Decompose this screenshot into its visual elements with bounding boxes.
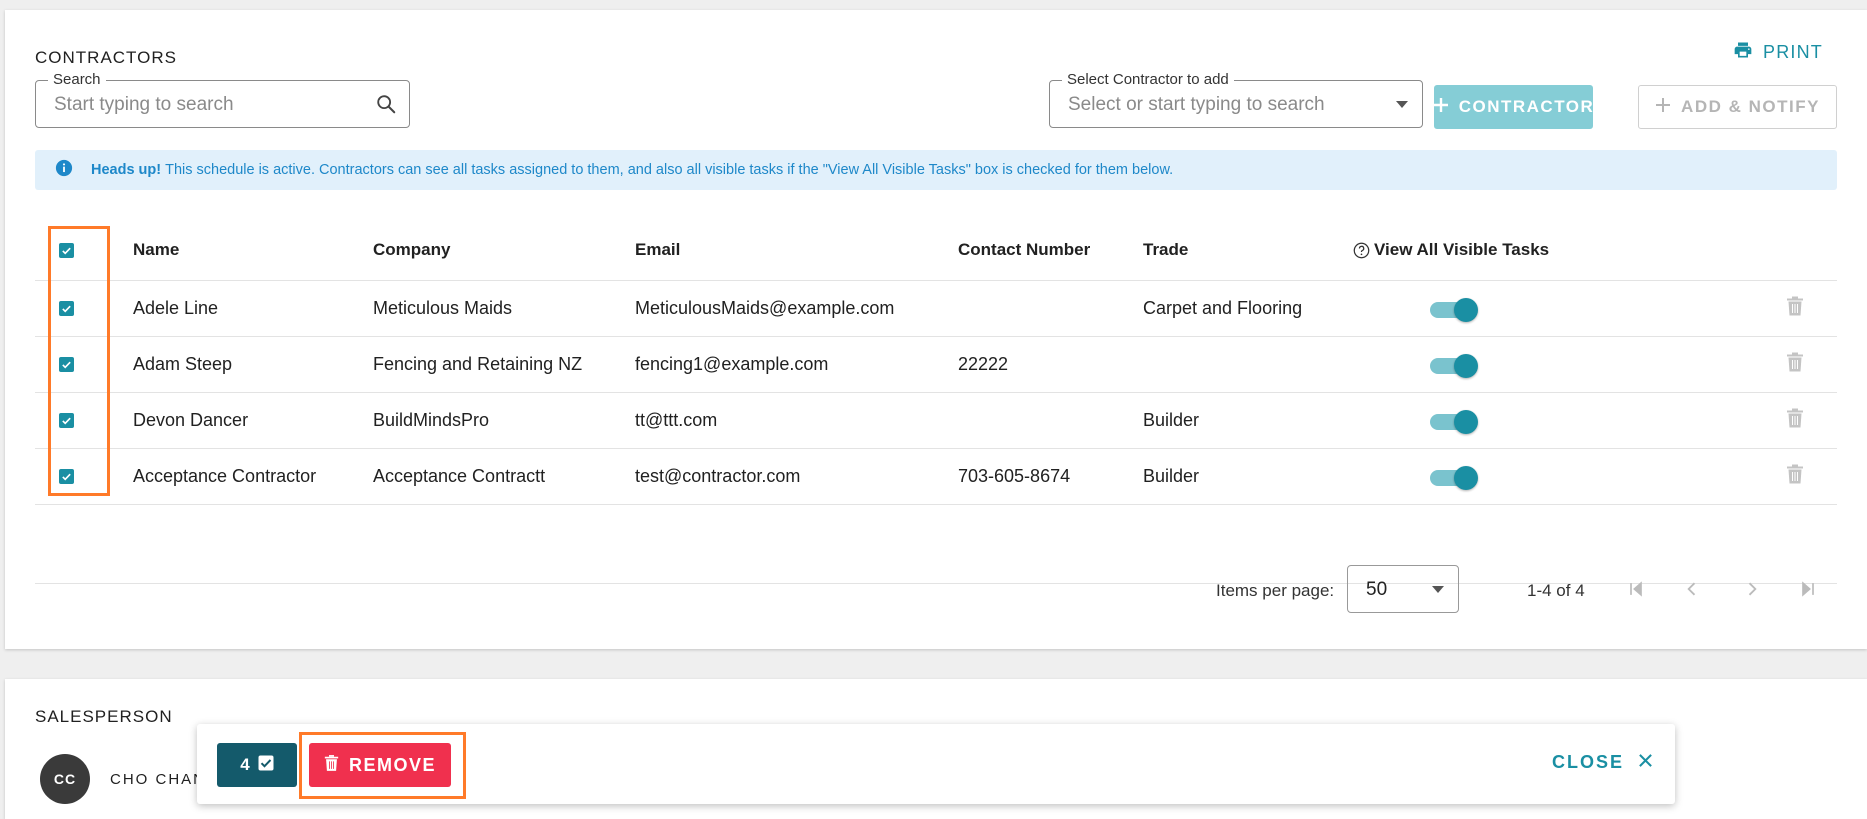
cell-contact: 22222 [958,354,1009,374]
chevron-down-icon [1432,586,1444,593]
section-title-salesperson: SALESPERSON [35,707,173,726]
selected-count-chip[interactable]: 4 [217,743,297,787]
cell-email: fencing1@example.com [635,354,829,374]
alert-text: This schedule is active. Contractors can… [165,162,1174,178]
plus-icon [1655,97,1671,118]
plus-icon [1433,97,1449,118]
close-button[interactable]: CLOSE [1552,752,1653,773]
page-range-label: 1-4 of 4 [1527,581,1585,600]
cell-contact: 703-605-8674 [958,466,1071,486]
items-per-page-select[interactable]: 50 [1347,565,1459,613]
alert-heading: Heads up! [91,162,162,178]
cell-trade: Builder [1143,410,1200,430]
trash-icon[interactable] [1786,352,1804,377]
header-company[interactable]: Company [373,220,450,280]
header-view-all-visible: View All Visible Tasks [1353,220,1549,280]
table-row: Adam Steep Fencing and Retaining NZ fenc… [35,337,1837,393]
select-contractor-field[interactable]: Select Contractor to add Select or start… [1049,71,1423,128]
avatar: CC [40,754,90,804]
info-icon [55,159,73,181]
trash-icon[interactable] [1786,408,1804,433]
cell-email: MeticulousMaids@example.com [635,298,895,318]
table-row: Acceptance Contractor Acceptance Contrac… [35,449,1837,505]
trash-icon[interactable] [1786,296,1804,321]
header-visible-label: View All Visible Tasks [1374,240,1550,259]
heads-up-alert: Heads up! This schedule is active. Contr… [35,150,1837,190]
cell-trade: Carpet and Flooring [1143,298,1303,318]
printer-icon [1733,40,1753,65]
cell-email: tt@ttt.com [635,410,718,430]
contractors-card: CONTRACTORS PRINT Search Start typing to… [5,10,1867,649]
view-visible-toggle[interactable] [1430,463,1482,491]
table-row: Devon Dancer BuildMindsPro tt@ttt.com Bu… [35,393,1837,449]
last-page-icon[interactable] [1796,577,1820,601]
next-page-icon[interactable] [1740,577,1764,601]
contractors-table: Name Company Email Contact Number Trade … [35,220,1837,584]
first-page-icon[interactable] [1624,577,1648,601]
select-contractor-label: Select Contractor to add [1062,71,1234,88]
cell-name: Adam Steep [133,354,233,374]
view-visible-toggle[interactable] [1430,295,1482,323]
close-icon [1638,752,1653,773]
print-label: PRINT [1763,42,1823,62]
section-title-contractors: CONTRACTORS [35,48,177,67]
cell-name: Acceptance Contractor [133,466,317,486]
previous-page-icon[interactable] [1680,577,1704,601]
header-contact[interactable]: Contact Number [958,220,1090,280]
table-row: Adele Line Meticulous Maids MeticulousMa… [35,281,1837,337]
header-email[interactable]: Email [635,220,680,280]
checkbox-column-highlight [48,226,110,496]
select-contractor-input[interactable]: Select or start typing to search [1068,94,1325,116]
cell-company: BuildMindsPro [373,410,490,430]
add-contractor-button[interactable]: CONTRACTOR [1433,85,1595,129]
cell-name: Devon Dancer [133,410,249,430]
cell-email: test@contractor.com [635,466,801,486]
add-notify-button[interactable]: ADD & NOTIFY [1638,85,1837,129]
remove-button-highlight [299,732,466,799]
cell-company: Fencing and Retaining NZ [373,354,583,374]
search-input[interactable]: Start typing to search [54,94,234,116]
trash-icon[interactable] [1786,464,1804,489]
search-field[interactable]: Search Start typing to search [35,71,410,128]
search-icon [375,93,397,120]
help-icon[interactable] [1353,242,1370,259]
cell-company: Acceptance Contractt [373,466,546,486]
cell-trade: Builder [1143,466,1200,486]
selected-count: 4 [240,755,250,774]
add-notify-label: ADD & NOTIFY [1681,97,1820,116]
view-visible-toggle[interactable] [1430,407,1482,435]
items-per-page-value: 50 [1366,579,1388,600]
print-button[interactable]: PRINT [1733,40,1823,65]
items-per-page-label: Items per page: [1216,581,1335,600]
pagination: Items per page: 50 1-4 of 4 [5,565,1867,615]
table-header: Name Company Email Contact Number Trade … [35,220,1837,281]
header-name[interactable]: Name [133,220,179,280]
view-visible-toggle[interactable] [1430,351,1482,379]
search-label: Search [48,71,106,88]
chevron-down-icon[interactable] [1396,101,1408,108]
cell-company: Meticulous Maids [373,298,513,318]
close-label: CLOSE [1551,752,1624,772]
add-contractor-label: CONTRACTOR [1458,97,1595,116]
salesperson-name: CHO CHAN [110,771,207,788]
cell-name: Adele Line [133,298,219,318]
header-trade[interactable]: Trade [1143,220,1188,280]
checkbox-icon [258,755,274,776]
